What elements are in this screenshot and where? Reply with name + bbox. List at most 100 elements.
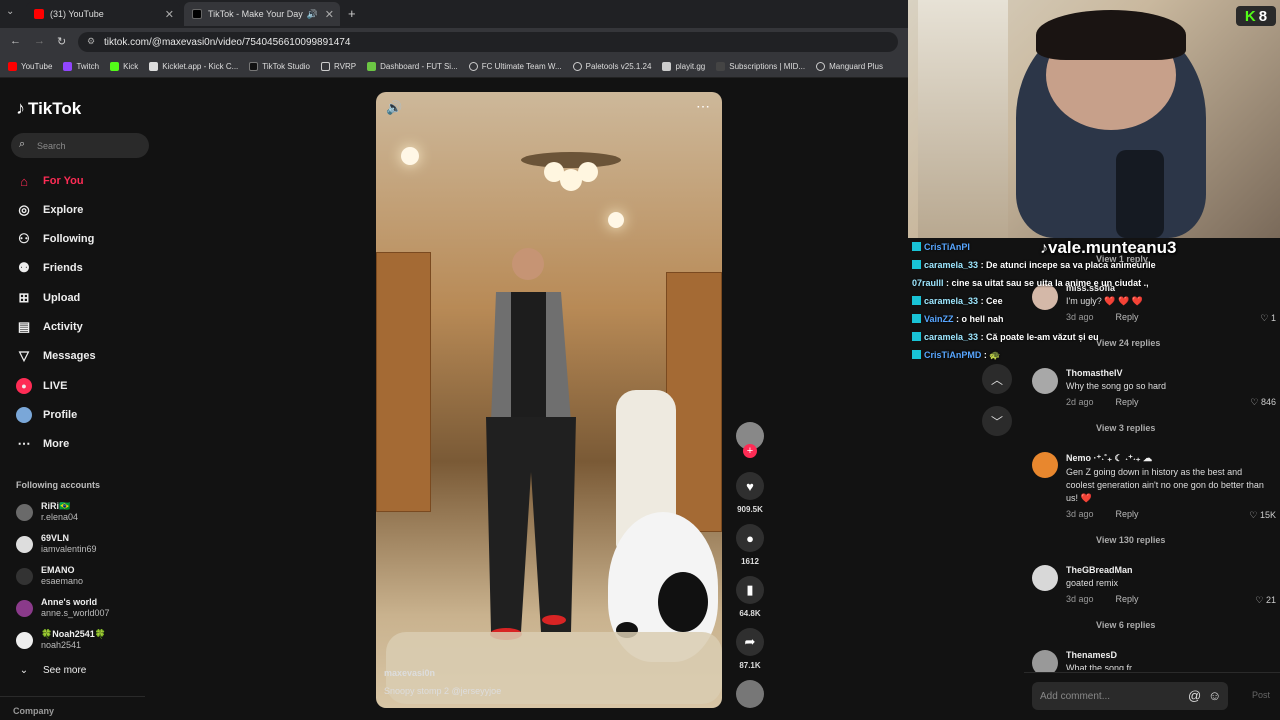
account-item[interactable]: 69VLN iamvalentin69 xyxy=(16,532,97,556)
bookmark-fut-dashboard[interactable]: Dashboard - FUT Si... xyxy=(367,62,458,71)
bookmark-manguard[interactable]: Manguard Plus xyxy=(816,62,883,71)
nav-label: Activity xyxy=(43,321,83,333)
tab-youtube[interactable]: (31) YouTube ✕ xyxy=(26,2,180,26)
account-item[interactable]: EMANO esaemano xyxy=(16,564,83,588)
nav-label: Explore xyxy=(43,204,84,216)
reload-icon[interactable]: ↻ xyxy=(57,35,66,48)
speaker-icon[interactable]: 🔊 xyxy=(307,9,318,20)
avatar xyxy=(16,535,33,553)
youtube-icon xyxy=(34,9,44,19)
chat-user: VainZZ xyxy=(924,314,954,324)
bookmark-label: Dashboard - FUT Si... xyxy=(380,62,458,71)
new-tab-icon[interactable]: + xyxy=(348,6,356,21)
account-item[interactable]: 🍀Noah2541🍀 noah2541 xyxy=(16,628,106,652)
volume-icon[interactable]: 🔊 xyxy=(386,100,402,116)
bookmark-kick[interactable]: Kick xyxy=(110,62,138,71)
comment-text: What the song fr xyxy=(1066,663,1133,670)
comment-button[interactable]: ● 1612 xyxy=(735,524,765,566)
save-button[interactable]: ▮ 64.8K xyxy=(735,576,765,618)
site-info-icon[interactable]: ⚙ xyxy=(87,36,95,47)
share-button[interactable]: ➦ 87.1K xyxy=(735,628,765,670)
nav-more[interactable]: ⋯ More xyxy=(16,434,70,454)
chevron-up-icon: ︿ xyxy=(990,372,1003,387)
comment-like[interactable]: ♡ 846 xyxy=(1230,397,1276,408)
bookmarks-bar: YouTube Twitch Kick Kicklet.app - Kick C… xyxy=(0,56,908,78)
bookmark-kicklet[interactable]: Kicklet.app - Kick C... xyxy=(149,62,238,71)
bookmark-twitch[interactable]: Twitch xyxy=(63,62,99,71)
nav-live[interactable]: ● LIVE xyxy=(16,376,67,396)
kick-icon: K xyxy=(1244,7,1256,25)
view-replies-button[interactable]: View 24 replies xyxy=(1096,338,1160,348)
bookmark-subscriptions[interactable]: Subscriptions | MID... xyxy=(716,62,805,71)
nav-for-you[interactable]: ⌂ For You xyxy=(16,171,83,191)
comment-username[interactable]: ThomastheIV xyxy=(1066,368,1271,378)
comment-like[interactable]: ♡ 15K xyxy=(1230,510,1276,521)
nav-messages[interactable]: ▽ Messages xyxy=(16,346,96,366)
account-item[interactable]: RiRi🇧🇷 r.elena04 xyxy=(16,500,78,524)
next-video-button[interactable]: ﹀ xyxy=(982,406,1012,436)
account-item[interactable]: Anne's world anne.s_world007 xyxy=(16,596,110,620)
tiktok-icon: ♪ xyxy=(16,98,25,118)
comment-like[interactable]: ♡ 1 xyxy=(1230,313,1276,324)
bookmark-tiktok-studio[interactable]: TikTok Studio xyxy=(249,62,310,71)
comment-time: 2d ago xyxy=(1066,397,1094,407)
reply-button[interactable]: Reply xyxy=(1116,312,1139,322)
like-button[interactable]: ♥ 909.5K xyxy=(735,472,765,514)
creator-avatar[interactable]: + xyxy=(735,422,765,458)
nav-profile[interactable]: Profile xyxy=(16,405,77,425)
bookmark-label: RVRP xyxy=(334,62,357,71)
tiktok-logo[interactable]: ♪ TikTok xyxy=(16,98,81,119)
view-replies-button[interactable]: View 3 replies xyxy=(1096,423,1155,433)
video-username[interactable]: maxevasi0n xyxy=(384,668,435,678)
comment-username[interactable]: ThenamesD xyxy=(1066,650,1271,660)
close-icon[interactable]: ✕ xyxy=(325,8,334,21)
music-disc[interactable] xyxy=(735,680,765,708)
nav-explore[interactable]: ◎ Explore xyxy=(16,200,83,220)
see-more-button[interactable]: ⌄ See more xyxy=(16,660,87,680)
reply-button[interactable]: Reply xyxy=(1116,594,1139,604)
comment-username[interactable]: Nemo ·⁺˖˚₊ ☾ ˖⁺˖₊ ☁ xyxy=(1066,453,1271,464)
friends-icon: ⚉ xyxy=(18,260,30,275)
reply-button[interactable]: Reply xyxy=(1116,397,1139,407)
like-count: 909.5K xyxy=(737,505,763,514)
more-options-icon[interactable]: ⋯ xyxy=(696,98,710,115)
nav-activity[interactable]: ▤ Activity xyxy=(16,317,83,337)
chat-text: : De atunci incepe sa va placa animeuril… xyxy=(978,260,1156,270)
follow-plus-icon[interactable]: + xyxy=(743,444,757,458)
view-replies-button[interactable]: View 6 replies xyxy=(1096,620,1155,630)
comment-like[interactable]: ♡ 21 xyxy=(1230,595,1276,606)
bookmark-fc-ultimate[interactable]: FC Ultimate Team W... xyxy=(468,62,562,71)
url-input[interactable]: ⚙ tiktok.com/@maxevasi0n/video/754045661… xyxy=(78,32,898,52)
mention-icon[interactable]: @ xyxy=(1188,688,1201,703)
kick-viewer-badge: K8 xyxy=(1236,6,1276,26)
nav-upload[interactable]: ⊞ Upload xyxy=(16,288,81,308)
nav-following[interactable]: ⚇ Following xyxy=(16,229,94,249)
emoji-icon[interactable]: ☺ xyxy=(1208,688,1221,703)
bookmark-label: Subscriptions | MID... xyxy=(729,62,806,71)
tab-title: (31) YouTube xyxy=(50,9,104,19)
post-button[interactable]: Post xyxy=(1252,690,1270,700)
bookmark-rvrp[interactable]: RVRP xyxy=(321,62,356,71)
bookmark-playit[interactable]: playit.gg xyxy=(662,62,705,71)
back-icon[interactable]: ← xyxy=(10,35,21,47)
add-comment-input[interactable]: Add comment... @ ☺ xyxy=(1032,682,1228,710)
messages-icon: ▽ xyxy=(19,348,29,363)
tab-search-icon[interactable]: ⌄ xyxy=(6,6,14,17)
chat-badge-icon xyxy=(912,242,921,251)
close-icon[interactable]: ✕ xyxy=(165,8,174,21)
bookmark-paletools[interactable]: Paletools v25.1.24 xyxy=(572,62,651,71)
tab-tiktok[interactable]: TikTok - Make Your Day 🔊 ✕ xyxy=(184,2,340,26)
view-replies-button[interactable]: View 130 replies xyxy=(1096,535,1165,545)
video-player[interactable]: 🔊 ⋯ xyxy=(376,92,722,708)
bookmark-youtube[interactable]: YouTube xyxy=(8,62,52,71)
chevron-down-icon: ⌄ xyxy=(19,664,29,676)
search-input[interactable]: ⌕ Search xyxy=(11,133,149,158)
globe-icon xyxy=(572,62,582,71)
nav-friends[interactable]: ⚉ Friends xyxy=(16,258,83,278)
reply-button[interactable]: Reply xyxy=(1116,509,1139,519)
comment-username[interactable]: TheGBreadMan xyxy=(1066,565,1271,575)
avatar xyxy=(16,599,33,617)
previous-video-button[interactable]: ︿ xyxy=(982,364,1012,394)
company-link[interactable]: Company xyxy=(13,706,54,716)
forward-icon[interactable]: → xyxy=(34,35,45,47)
